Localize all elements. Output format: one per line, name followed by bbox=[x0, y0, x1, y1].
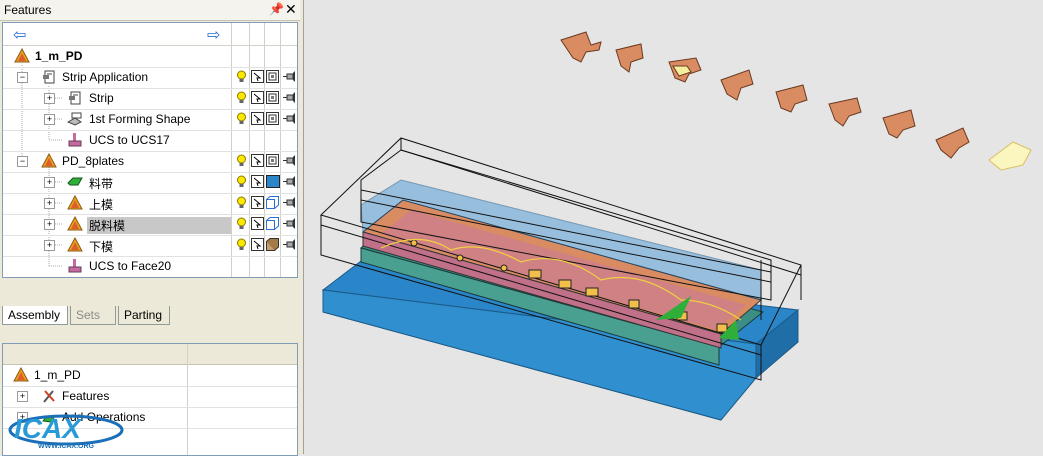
lock-pin-icon[interactable] bbox=[282, 112, 295, 125]
expand-toggle[interactable]: + bbox=[44, 114, 55, 125]
edit-mode-icon[interactable] bbox=[266, 91, 279, 104]
upper-die-icon bbox=[67, 195, 83, 210]
features-tools-icon bbox=[43, 390, 55, 403]
tree-row-forming-shape[interactable]: + 1st Forming Shape bbox=[3, 109, 297, 131]
wireframe-icon[interactable] bbox=[266, 217, 279, 230]
logo-text: ICAX bbox=[14, 413, 83, 444]
tree-row-upper-die[interactable]: + 上模 bbox=[3, 193, 297, 215]
lock-pin-icon[interactable] bbox=[282, 217, 295, 230]
feature-tree: ⇦ ⇨ 1_m_PD − Strip Application + Strip +… bbox=[2, 22, 298, 278]
edit-mode-icon[interactable] bbox=[266, 112, 279, 125]
ucs-icon bbox=[68, 133, 82, 147]
forming-shape-icon bbox=[67, 112, 82, 126]
close-icon[interactable]: ✕ bbox=[285, 1, 297, 18]
lock-pin-icon[interactable] bbox=[282, 70, 295, 83]
3d-viewport[interactable] bbox=[303, 0, 1043, 454]
features-panel: Features 📌 ✕ ⇦ ⇨ 1_m_PD − Strip Applicat… bbox=[0, 0, 303, 456]
visibility-bulb-icon[interactable] bbox=[235, 196, 248, 209]
lower-tree-item-label: Features bbox=[62, 389, 110, 403]
lower-tree-row-features[interactable]: + Features bbox=[3, 386, 297, 408]
tree-root-row[interactable]: 1_m_PD bbox=[3, 46, 297, 68]
pin-icon[interactable]: 📌 bbox=[269, 2, 284, 16]
tree-item-label: 下模 bbox=[89, 240, 114, 254]
strip-app-icon bbox=[43, 70, 55, 84]
tree-item-label: PD_8plates bbox=[62, 154, 125, 168]
edit-mode-icon[interactable] bbox=[266, 70, 279, 83]
tab-assembly[interactable]: Assembly bbox=[2, 306, 68, 325]
select-mode-icon[interactable] bbox=[251, 112, 264, 125]
select-mode-icon[interactable] bbox=[251, 154, 264, 167]
expand-toggle[interactable]: + bbox=[44, 177, 55, 188]
tree-item-label: UCS to UCS17 bbox=[89, 133, 170, 147]
logo-url: WWW.ICAX.ORG bbox=[38, 443, 95, 450]
collapse-toggle[interactable]: − bbox=[17, 72, 28, 83]
tree-item-label: Strip Application bbox=[62, 70, 149, 84]
ucs-icon bbox=[68, 259, 82, 273]
visibility-bulb-icon[interactable] bbox=[235, 217, 248, 230]
expand-toggle[interactable]: + bbox=[44, 93, 55, 104]
visibility-bulb-icon[interactable] bbox=[235, 175, 248, 188]
tree-item-label: UCS to Face20 bbox=[89, 259, 172, 273]
tree-root-label: 1_m_PD bbox=[35, 49, 83, 63]
stripper-die-icon bbox=[67, 216, 83, 231]
lock-pin-icon[interactable] bbox=[282, 154, 295, 167]
tree-row-ucs17[interactable]: UCS to UCS17 bbox=[3, 130, 297, 152]
tree-row-strip-part[interactable]: + 料带 bbox=[3, 172, 297, 194]
panel-title: Features bbox=[4, 3, 52, 17]
lock-pin-icon[interactable] bbox=[282, 91, 295, 104]
select-mode-icon[interactable] bbox=[251, 91, 264, 104]
tab-parting[interactable]: Parting bbox=[118, 306, 170, 325]
tree-item-label: 上模 bbox=[89, 198, 114, 212]
edit-mode-icon[interactable] bbox=[266, 154, 279, 167]
expand-toggle[interactable]: + bbox=[44, 240, 55, 251]
tree-item-label: 1st Forming Shape bbox=[89, 112, 191, 126]
visibility-bulb-icon[interactable] bbox=[235, 91, 248, 104]
select-mode-icon[interactable] bbox=[251, 238, 264, 251]
color-swatch-icon[interactable] bbox=[266, 175, 280, 188]
select-mode-icon[interactable] bbox=[251, 217, 264, 230]
select-mode-icon[interactable] bbox=[251, 175, 264, 188]
tree-row-stripper-die[interactable]: + 脱料模 bbox=[3, 214, 297, 236]
visibility-bulb-icon[interactable] bbox=[235, 70, 248, 83]
wireframe-icon[interactable] bbox=[266, 196, 279, 209]
assembly-icon bbox=[14, 48, 30, 63]
tree-item-label: 料带 bbox=[89, 177, 114, 191]
icax-logo: ICAX WWW.ICAX.ORG bbox=[8, 413, 124, 450]
tree-row-pd-8plates[interactable]: − PD_8plates bbox=[3, 151, 297, 173]
lower-die-icon bbox=[67, 237, 83, 252]
strip-icon bbox=[69, 91, 81, 105]
die-assembly-view bbox=[320, 31, 1032, 421]
select-mode-icon[interactable] bbox=[251, 70, 264, 83]
tree-item-label: 脱料模 bbox=[87, 217, 231, 234]
collapse-toggle[interactable]: − bbox=[17, 156, 28, 167]
tree-row-strip-application[interactable]: − Strip Application bbox=[3, 67, 297, 89]
lower-tree-root-label: 1_m_PD bbox=[34, 368, 81, 382]
select-mode-icon[interactable] bbox=[251, 196, 264, 209]
lock-pin-icon[interactable] bbox=[282, 196, 295, 209]
lower-tree-root-row[interactable]: 1_m_PD bbox=[3, 365, 297, 387]
lock-pin-icon[interactable] bbox=[282, 175, 295, 188]
tree-row-lower-die[interactable]: + 下模 bbox=[3, 235, 297, 257]
tree-row-ucs-face20[interactable]: UCS to Face20 bbox=[3, 256, 297, 277]
tree-row-strip[interactable]: + Strip bbox=[3, 88, 297, 110]
panel-titlebar: Features 📌 ✕ bbox=[0, 0, 300, 21]
assembly-icon bbox=[13, 367, 29, 382]
operations-tree-header bbox=[3, 344, 297, 365]
expand-toggle[interactable]: + bbox=[44, 198, 55, 209]
strip-part-icon bbox=[67, 177, 83, 186]
solid-shade-icon[interactable] bbox=[266, 238, 279, 251]
lock-pin-icon[interactable] bbox=[282, 238, 295, 251]
tab-sets[interactable]: Sets bbox=[70, 306, 116, 325]
tree-item-label: Strip bbox=[89, 91, 114, 105]
expand-toggle[interactable]: + bbox=[17, 391, 28, 402]
visibility-bulb-icon[interactable] bbox=[235, 238, 248, 251]
expand-toggle[interactable]: + bbox=[44, 219, 55, 230]
visibility-bulb-icon[interactable] bbox=[235, 112, 248, 125]
plates-icon bbox=[41, 153, 57, 168]
visibility-bulb-icon[interactable] bbox=[235, 154, 248, 167]
